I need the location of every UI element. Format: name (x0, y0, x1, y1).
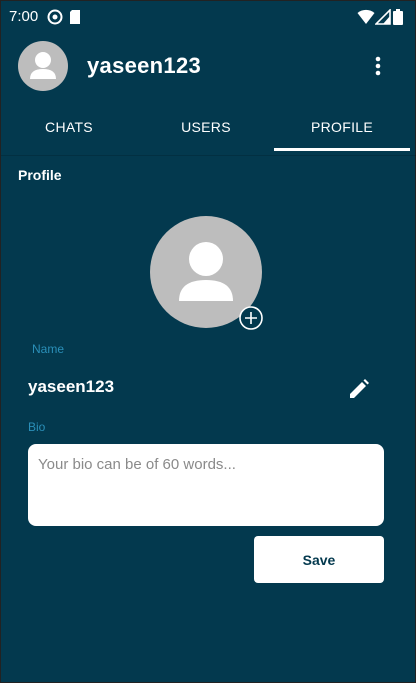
edit-name-button[interactable] (347, 377, 371, 401)
pencil-icon (350, 379, 369, 398)
bio-label: Bio (28, 420, 46, 434)
wifi-icon (357, 9, 375, 25)
tab-chats-label: CHATS (45, 119, 93, 135)
avatar[interactable] (18, 41, 68, 91)
name-label: Name (32, 342, 65, 356)
tab-profile[interactable]: PROFILE (274, 101, 410, 153)
add-photo-button[interactable] (238, 305, 264, 331)
person-icon (30, 52, 56, 79)
signal-icon (374, 8, 391, 25)
section-title: Profile (18, 167, 62, 183)
sync-icon (47, 9, 63, 25)
app-title: yaseen123 (87, 53, 202, 78)
save-button[interactable]: Save (254, 536, 384, 583)
status-bar: 7:00 (1, 1, 416, 33)
sim-card-icon (69, 9, 81, 25)
selected-tab-indicator (274, 148, 410, 151)
tab-bar: CHATS USERS PROFILE (1, 101, 416, 156)
battery-icon (393, 9, 403, 25)
name-value: yaseen123 (28, 377, 115, 396)
add-circle-icon (239, 306, 263, 330)
status-time: 7:00 (9, 8, 39, 25)
tab-profile-label: PROFILE (310, 119, 373, 135)
tab-users-label: USERS (181, 119, 231, 135)
tab-chats[interactable]: CHATS (1, 101, 137, 153)
app-screen: 7:00 yaseen123 CHATS USERS PROFILE Profi… (0, 0, 416, 683)
app-bar: yaseen123 (1, 33, 416, 97)
bio-input[interactable] (28, 444, 384, 526)
more-vert-icon (375, 56, 381, 76)
more-options-button[interactable] (365, 53, 391, 79)
tab-users[interactable]: USERS (138, 101, 274, 153)
